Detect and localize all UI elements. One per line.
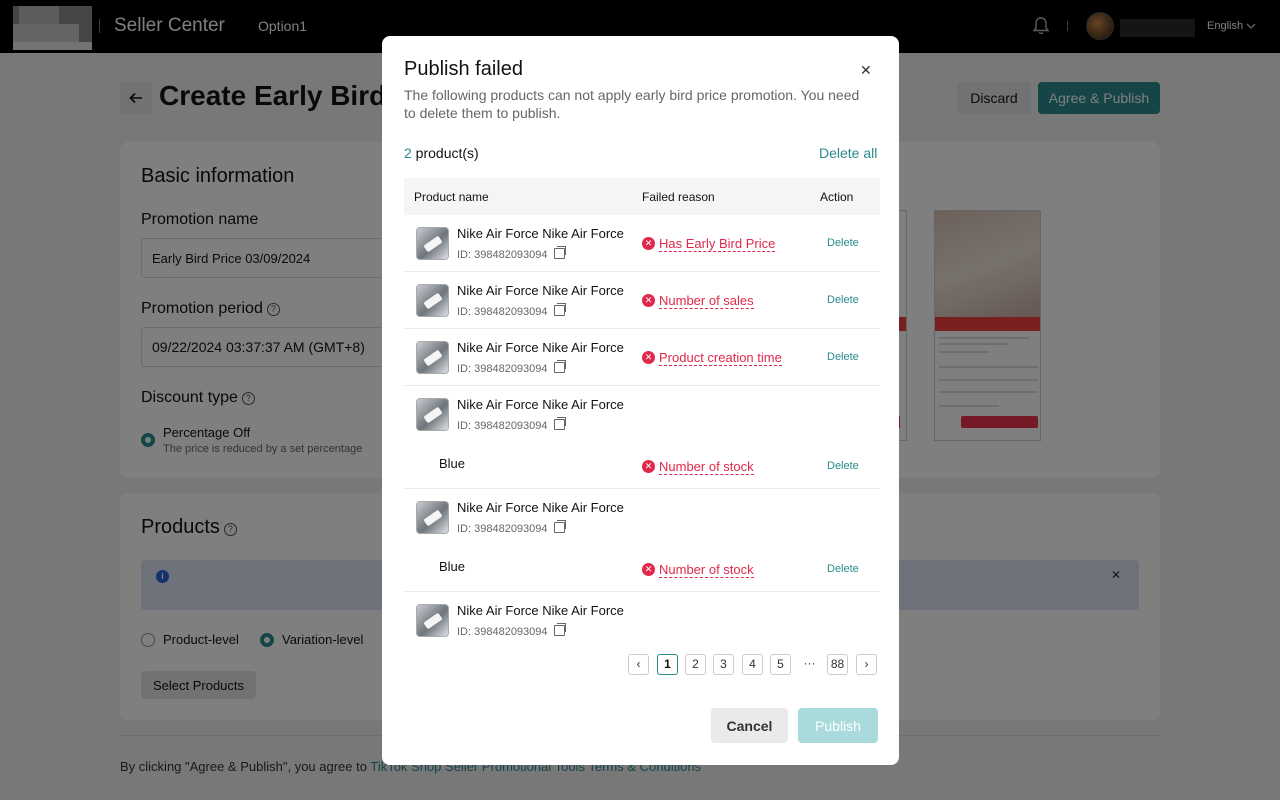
failed-reason: Has Early Bird Price <box>659 236 776 252</box>
product-thumbnail <box>416 227 449 260</box>
product-count-num: 2 <box>404 145 412 161</box>
copy-icon[interactable] <box>553 417 566 430</box>
product-count-suffix: product(s) <box>411 145 479 161</box>
product-thumbnail <box>416 284 449 317</box>
product-count: 2 product(s) <box>404 145 479 161</box>
header-product-name: Product name <box>414 190 489 204</box>
publish-failed-modal: Publish failed ✕ The following products … <box>382 36 899 765</box>
product-id-text: ID: 398482093094 <box>457 420 548 432</box>
pagination-page[interactable]: 4 <box>742 654 763 675</box>
product-id-text: ID: 398482093094 <box>457 306 548 318</box>
delete-all-button[interactable]: Delete all <box>819 145 877 161</box>
copy-icon[interactable] <box>553 246 566 259</box>
product-id: ID: 398482093094 <box>457 246 566 261</box>
product-thumbnail <box>416 604 449 637</box>
variation-name: Blue <box>439 456 466 471</box>
pagination-page[interactable]: 1 <box>657 654 678 675</box>
table-row: Nike Air Force Nike Air Force ID: 398482… <box>404 272 880 329</box>
table-header: Product name Failed reason Action <box>404 178 880 215</box>
product-id-text: ID: 398482093094 <box>457 363 548 375</box>
header-failed-reason: Failed reason <box>642 190 715 204</box>
product-name: Nike Air Force Nike Air Force <box>457 500 624 515</box>
product-id-text: ID: 398482093094 <box>457 249 548 261</box>
error-circle-icon: ✕ <box>642 294 655 307</box>
copy-icon[interactable] <box>553 623 566 636</box>
variation-name: Blue <box>439 559 466 574</box>
pagination-prev[interactable]: ‹ <box>628 654 649 675</box>
failed-reason: Number of stock <box>659 562 754 578</box>
product-name: Nike Air Force Nike Air Force <box>457 226 624 241</box>
delete-button[interactable]: Delete <box>827 351 859 363</box>
pagination-ellipsis[interactable]: ··· <box>799 654 820 675</box>
product-id: ID: 398482093094 <box>457 417 566 432</box>
copy-icon[interactable] <box>553 520 566 533</box>
product-id-text: ID: 398482093094 <box>457 626 548 638</box>
failed-reason: Number of stock <box>659 459 754 475</box>
pagination-page[interactable]: 5 <box>770 654 791 675</box>
header-action: Action <box>820 190 854 204</box>
pagination-page[interactable]: 2 <box>685 654 706 675</box>
product-id-text: ID: 398482093094 <box>457 523 548 535</box>
product-id: ID: 398482093094 <box>457 623 566 638</box>
copy-icon[interactable] <box>553 303 566 316</box>
product-id: ID: 398482093094 <box>457 520 566 535</box>
product-name: Nike Air Force Nike Air Force <box>457 603 624 618</box>
failed-reason: Product creation time <box>659 350 782 366</box>
pagination-page[interactable]: 3 <box>713 654 734 675</box>
cancel-button[interactable]: Cancel <box>711 708 788 743</box>
error-circle-icon: ✕ <box>642 563 655 576</box>
delete-button[interactable]: Delete <box>827 237 859 249</box>
product-name: Nike Air Force Nike Air Force <box>457 340 624 355</box>
table-row: Nike Air Force Nike Air Force ID: 398482… <box>404 386 880 489</box>
publish-button[interactable]: Publish <box>798 708 878 743</box>
product-id: ID: 398482093094 <box>457 303 566 318</box>
product-name: Nike Air Force Nike Air Force <box>457 283 624 298</box>
delete-button[interactable]: Delete <box>827 294 859 306</box>
error-circle-icon: ✕ <box>642 351 655 364</box>
modal-title: Publish failed <box>404 58 523 80</box>
product-thumbnail <box>416 341 449 374</box>
product-thumbnail <box>416 398 449 431</box>
table-row: Nike Air Force Nike Air Force ID: 398482… <box>404 489 880 592</box>
product-name: Nike Air Force Nike Air Force <box>457 397 624 412</box>
table-row: Nike Air Force Nike Air Force ID: 398482… <box>404 215 880 272</box>
copy-icon[interactable] <box>553 360 566 373</box>
close-icon[interactable]: ✕ <box>860 62 872 79</box>
error-circle-icon: ✕ <box>642 237 655 250</box>
delete-button[interactable]: Delete <box>827 460 859 472</box>
product-thumbnail <box>416 501 449 534</box>
pagination-next[interactable]: › <box>856 654 877 675</box>
table-row: Nike Air Force Nike Air Force ID: 398482… <box>404 329 880 386</box>
table-row: Nike Air Force Nike Air Force ID: 398482… <box>404 592 880 642</box>
modal-description: The following products can not apply ear… <box>404 87 860 121</box>
failed-reason: Number of sales <box>659 293 754 309</box>
error-circle-icon: ✕ <box>642 460 655 473</box>
delete-button[interactable]: Delete <box>827 563 859 575</box>
product-id: ID: 398482093094 <box>457 360 566 375</box>
pagination-page[interactable]: 88 <box>827 654 848 675</box>
